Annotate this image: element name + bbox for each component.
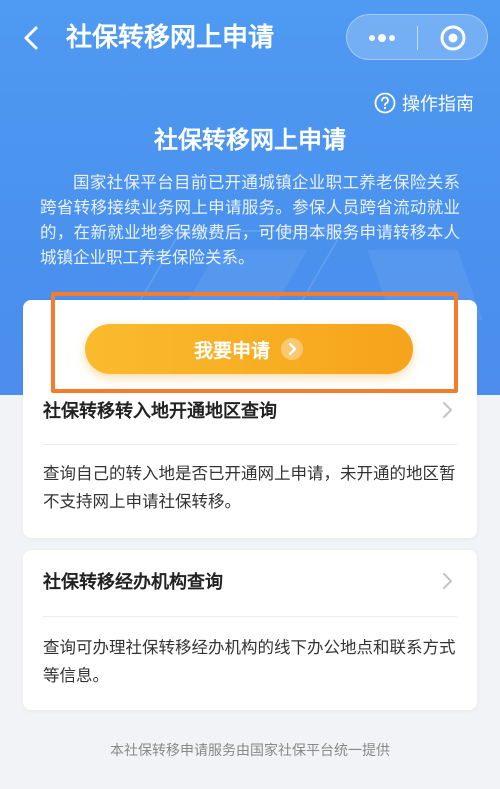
more-dots-icon[interactable] — [361, 23, 403, 53]
divider — [43, 616, 457, 617]
target-icon[interactable] — [433, 23, 473, 53]
query-agencies-title: 社保转移经办机构查询 — [43, 572, 223, 593]
footer-note: 本社保转移申请服务由国家社保平台统一提供 — [110, 743, 390, 759]
operation-guide-link[interactable]: 操作指南 — [374, 90, 474, 116]
navigation-bar: 社保转移网上申请 — [0, 0, 500, 75]
back-arrow-icon[interactable] — [18, 24, 46, 52]
chevron-right-icon — [443, 402, 452, 418]
agency-card: 社保转移经办机构查询 查询可办理社保转移经办机构的线下办公地点和联系方式等信息。 — [23, 550, 477, 710]
highlight-box — [51, 292, 458, 393]
query-areas-title: 社保转移转入地开通地区查询 — [43, 401, 277, 422]
divider — [43, 444, 457, 445]
nav-title: 社保转移网上申请 — [66, 23, 275, 53]
query-agencies-description: 查询可办理社保转移经办机构的线下办公地点和联系方式等信息。 — [43, 638, 456, 685]
guide-label: 操作指南 — [402, 94, 474, 115]
query-areas-row[interactable]: 社保转移转入地开通地区查询 — [43, 395, 457, 425]
chevron-right-icon — [443, 573, 452, 589]
capsule-divider — [417, 26, 418, 50]
query-areas-description: 查询自己的转入地是否已开通网上申请，未开通的地区暂不支持网上申请社保转移。 — [43, 464, 456, 511]
mini-program-capsule — [346, 14, 488, 60]
question-circle-icon — [374, 92, 396, 114]
page-title: 社保转移网上申请 — [154, 126, 346, 154]
query-agencies-row[interactable]: 社保转移经办机构查询 — [43, 566, 457, 596]
apply-card: 我要申请 社保转移转入地开通地区查询 查询自己的转入地是否已开通网上申请，未开通… — [23, 292, 477, 538]
hero-description: 国家社保平台目前已开通城镇企业职工养老保险关系跨省转移接续业务网上申请服务。参保… — [40, 173, 460, 267]
